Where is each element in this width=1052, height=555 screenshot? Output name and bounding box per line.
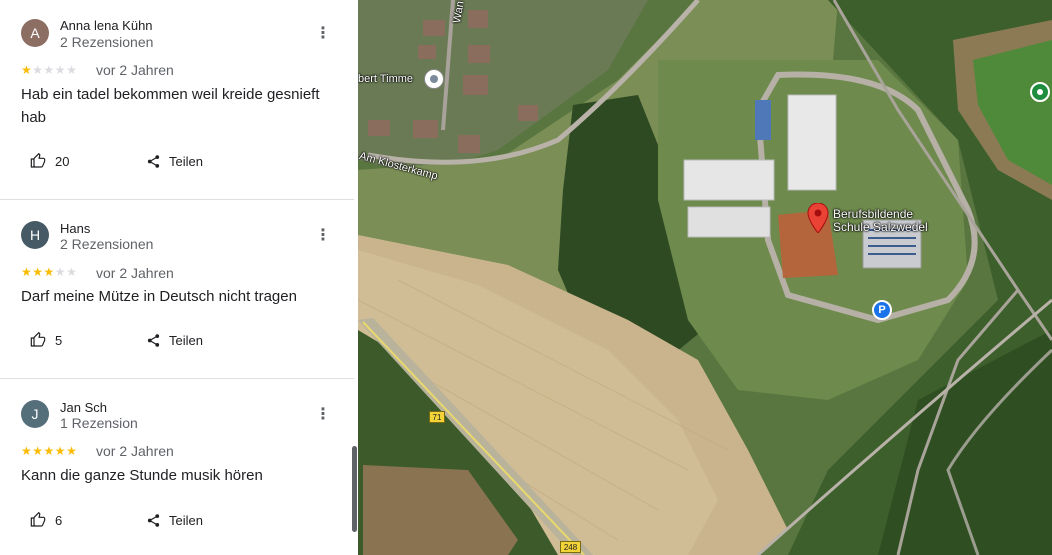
review-text: Darf meine Mütze in Deutsch nicht tragen bbox=[21, 288, 297, 305]
avatar[interactable]: H bbox=[21, 221, 49, 249]
share-label: Teilen bbox=[169, 332, 203, 348]
review-count: 2 Rezensionen bbox=[60, 34, 154, 50]
review-author[interactable]: Jan Sch bbox=[60, 400, 107, 415]
review-card: J Jan Sch 1 Rezension ⋮ ★★★★★ vor 2 Jahr… bbox=[0, 379, 354, 555]
place-name-label[interactable]: Berufsbildende Schule Salzwedel bbox=[833, 208, 928, 234]
parking-icon[interactable]: P bbox=[872, 300, 892, 320]
share-icon bbox=[147, 513, 160, 527]
review-count: 2 Rezensionen bbox=[60, 236, 154, 252]
parking-label: P bbox=[878, 304, 886, 316]
road-shield-label: 71 bbox=[432, 413, 442, 422]
more-options-icon[interactable]: ⋮ bbox=[313, 226, 333, 246]
thumbs-up-icon bbox=[30, 512, 46, 527]
share-icon bbox=[147, 333, 160, 347]
star-filled-icon: ★ bbox=[32, 265, 44, 279]
star-filled-icon: ★ bbox=[21, 265, 33, 279]
road-shield-label: 248 bbox=[563, 543, 578, 552]
star-filled-icon: ★ bbox=[66, 444, 78, 458]
star-filled-icon: ★ bbox=[43, 444, 55, 458]
review-card: A Anna lena Kühn 2 Rezensionen ⋮ ★★★★★ v… bbox=[0, 0, 354, 199]
review-date: vor 2 Jahren bbox=[96, 443, 174, 459]
star-filled-icon: ★ bbox=[54, 444, 67, 458]
review-text: Hab ein tadel bekommen weil kreide gesni… bbox=[21, 86, 320, 126]
star-rating: ★★★★★ bbox=[21, 444, 77, 458]
share-icon bbox=[147, 154, 160, 168]
review-date: vor 2 Jahren bbox=[96, 62, 174, 78]
avatar[interactable]: J bbox=[21, 400, 49, 428]
like-count: 6 bbox=[55, 512, 63, 528]
review-author[interactable]: Anna lena Kühn bbox=[60, 18, 153, 33]
reviews-panel: A Anna lena Kühn 2 Rezensionen ⋮ ★★★★★ v… bbox=[0, 0, 358, 555]
scrollbar[interactable] bbox=[352, 446, 357, 532]
poi-marker-icon[interactable] bbox=[424, 69, 444, 89]
star-empty-icon: ★ bbox=[32, 63, 44, 77]
thumbs-up-icon bbox=[30, 153, 46, 168]
share-label: Teilen bbox=[169, 153, 203, 169]
pin-shape bbox=[807, 203, 829, 233]
star-filled-icon: ★ bbox=[43, 265, 55, 279]
share-button[interactable]: Teilen bbox=[146, 330, 203, 350]
share-button[interactable]: Teilen bbox=[146, 151, 203, 171]
review-author[interactable]: Hans bbox=[60, 221, 90, 236]
road-shield-71: 71 bbox=[429, 411, 445, 423]
avatar[interactable]: A bbox=[21, 19, 49, 47]
like-button[interactable]: 20 bbox=[30, 151, 69, 171]
review-count: 1 Rezension bbox=[60, 415, 138, 431]
satellite-map[interactable]: Wan bert Timme Am Klosterkamp Berufsbild… bbox=[358, 0, 1052, 555]
like-count: 5 bbox=[55, 332, 63, 348]
share-label: Teilen bbox=[169, 512, 203, 528]
review-date: vor 2 Jahren bbox=[96, 265, 174, 281]
star-empty-icon: ★ bbox=[66, 63, 78, 77]
more-options-icon[interactable]: ⋮ bbox=[313, 405, 333, 425]
satellite-imagery bbox=[358, 0, 1052, 555]
place-label[interactable]: bert Timme bbox=[358, 73, 413, 85]
star-rating: ★★★★★ bbox=[21, 265, 77, 279]
review-card: H Hans 2 Rezensionen ⋮ ★★★★★ vor 2 Jahre… bbox=[0, 200, 354, 378]
star-empty-icon: ★ bbox=[54, 63, 67, 77]
star-empty-icon: ★ bbox=[54, 265, 67, 279]
like-button[interactable]: 5 bbox=[30, 330, 62, 350]
share-button[interactable]: Teilen bbox=[146, 510, 203, 530]
thumbs-up-icon bbox=[30, 332, 46, 347]
star-filled-icon: ★ bbox=[32, 444, 44, 458]
star-empty-icon: ★ bbox=[43, 63, 55, 77]
like-count: 20 bbox=[55, 153, 70, 169]
more-options-icon[interactable]: ⋮ bbox=[313, 24, 333, 44]
star-empty-icon: ★ bbox=[66, 265, 78, 279]
like-button[interactable]: 6 bbox=[30, 510, 62, 530]
star-rating: ★★★★★ bbox=[21, 63, 77, 77]
road-shield-248: 248 bbox=[560, 541, 581, 553]
review-text: Kann die ganze Stunde musik hören bbox=[21, 467, 263, 484]
star-filled-icon: ★ bbox=[21, 63, 33, 77]
star-filled-icon: ★ bbox=[21, 444, 33, 458]
poi-green-icon[interactable] bbox=[1030, 82, 1050, 102]
